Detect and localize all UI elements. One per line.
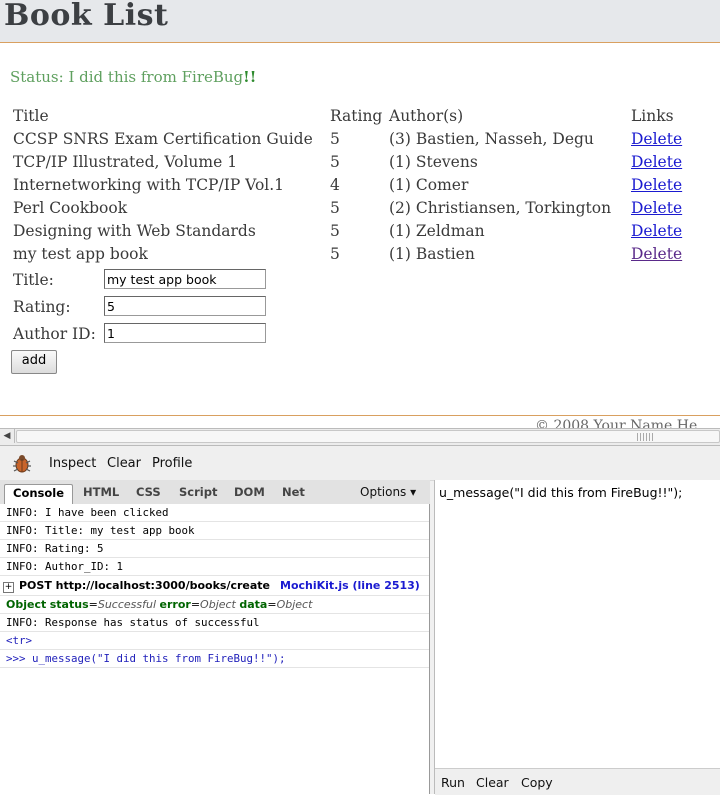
table-row: my test app book 5 (1) Bastien Delete [11,242,684,265]
object-label: Object [6,598,47,611]
page-title: Book List [4,0,169,33]
table-header-row: Title Rating Author(s) Links [11,104,684,127]
tab-net[interactable]: Net [282,484,305,502]
tab-dom[interactable]: DOM [234,484,265,502]
clear-command-button[interactable]: Clear [476,775,509,790]
firebug-tab-bar: Console HTML CSS Script DOM Net Options … [0,480,430,504]
table-row: Designing with Web Standards 5 (1) Zeldm… [11,219,684,242]
status-message: Status: I did this from FireBug!! [10,68,256,86]
delete-link[interactable]: Delete [631,222,682,240]
log-entry: INFO: I have been clicked [0,504,429,522]
source-link[interactable]: MochiKit.js (line 2513) [276,576,420,595]
book-title: Designing with Web Standards [13,221,256,240]
book-authors: (2) Christiansen, Torkington [389,198,612,217]
delete-link[interactable]: Delete [631,130,682,148]
book-authors: (1) Stevens [389,152,478,171]
delete-link[interactable]: Delete [631,199,682,217]
book-authors: (1) Comer [389,175,469,194]
status-text: Status: I did this from FireBug [10,68,244,86]
command-toolbar: Run Clear Copy [435,768,720,795]
book-rating: 5 [330,129,340,148]
expand-plus-icon[interactable]: + [3,582,14,593]
copy-button[interactable]: Copy [521,775,553,790]
table-row: CCSP SNRS Exam Certification Guide 5 (3)… [11,127,684,150]
command-echo-entry: >>> u_message("I did this from FireBug!!… [0,650,429,668]
firebug-panel: Inspect Clear Profile Console HTML CSS S… [0,446,720,795]
author-id-label: Author ID: [13,325,96,343]
log-entry: INFO: Rating: 5 [0,540,429,558]
profile-button[interactable]: Profile [152,456,192,471]
delete-link[interactable]: Delete [631,245,682,263]
delete-link[interactable]: Delete [631,153,682,171]
book-title: Perl Cookbook [13,198,128,217]
object-key: status [49,598,89,611]
table-row: Perl Cookbook 5 (2) Christiansen, Torkin… [11,196,684,219]
book-title: CCSP SNRS Exam Certification Guide [13,129,313,148]
book-title: my test app book [13,244,148,263]
command-editor[interactable]: u_message("I did this from FireBug!!"); … [434,480,720,795]
object-value: Object [276,598,313,611]
column-header-title: Title [13,106,49,125]
tr-element-entry[interactable]: <tr> [0,632,429,650]
table-row: Internetworking with TCP/IP Vol.1 4 (1) … [11,173,684,196]
post-url: POST http://localhost:3000/books/create [19,579,271,592]
book-authors: (3) Bastien, Nasseh, Degu [389,129,594,148]
title-label: Title: [13,271,54,289]
tab-html[interactable]: HTML [83,484,119,502]
tab-console[interactable]: Console [4,484,74,504]
command-text[interactable]: u_message("I did this from FireBug!!"); [439,485,682,500]
run-button[interactable]: Run [441,775,465,790]
book-rating: 4 [330,175,340,194]
tab-css[interactable]: CSS [136,484,161,502]
add-button[interactable]: add [11,350,57,374]
book-table: Title Rating Author(s) Links CCSP SNRS E… [11,104,684,265]
page-header: Book List [0,0,720,43]
object-entry[interactable]: Object status=Successful error=Object da… [0,596,429,614]
footer-text: © 2008 Your Name He [535,418,698,428]
inspect-button[interactable]: Inspect [49,456,96,471]
clear-button[interactable]: Clear [107,456,141,471]
book-rating: 5 [330,198,340,217]
book-rating: 5 [330,244,340,263]
log-entry: INFO: Response has status of successful [0,614,429,632]
footer-area: © 2008 Your Name He [0,416,720,428]
book-rating: 5 [330,152,340,171]
author-id-input[interactable]: 1 [104,323,266,343]
status-exclaim: !! [243,68,257,86]
object-value: Successful [97,598,157,611]
column-header-links: Links [631,106,674,125]
object-key: error [159,598,191,611]
log-entry: INFO: Title: my test app book [0,522,429,540]
firebug-bug-icon[interactable] [10,452,34,474]
tab-script[interactable]: Script [179,484,217,502]
rating-input[interactable]: 5 [104,296,266,316]
column-header-rating: Rating [330,106,383,125]
book-title: TCP/IP Illustrated, Volume 1 [13,152,238,171]
scrollbar-thumb[interactable] [16,430,720,443]
book-title: Internetworking with TCP/IP Vol.1 [13,175,285,194]
rating-label: Rating: [13,298,71,316]
browser-page: Book List Status: I did this from FireBu… [0,0,720,415]
grip-icon [637,433,655,441]
delete-link[interactable]: Delete [631,176,682,194]
book-authors: (1) Bastien [389,244,475,263]
title-input[interactable]: my test app book [104,269,266,289]
book-authors: (1) Zeldman [389,221,485,240]
options-menu[interactable]: Options ▾ [360,485,416,499]
column-header-authors: Author(s) [389,106,464,125]
scroll-left-arrow-icon[interactable]: ◀ [0,429,15,443]
object-key: data [239,598,268,611]
object-value: Object [200,598,236,611]
book-rating: 5 [330,221,340,240]
log-entry: INFO: Author_ID: 1 [0,558,429,576]
table-row: TCP/IP Illustrated, Volume 1 5 (1) Steve… [11,150,684,173]
xhr-post-entry[interactable]: + POST http://localhost:3000/books/create… [0,576,429,596]
console-log: INFO: I have been clicked INFO: Title: m… [0,504,430,794]
firebug-toolbar: Inspect Clear Profile [0,446,720,481]
horizontal-scrollbar[interactable]: ◀ [0,428,720,446]
